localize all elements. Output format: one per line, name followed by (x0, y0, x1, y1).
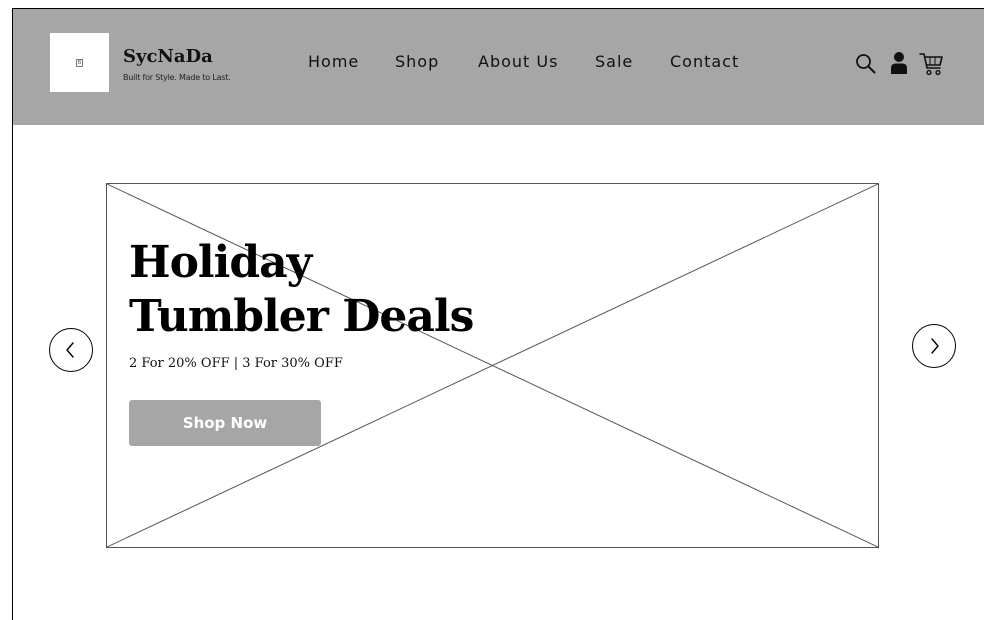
hero-banner: Holiday Tumbler Deals 2 For 20% OFF | 3 … (106, 183, 879, 548)
hero-headline-line1: Holiday (129, 237, 312, 288)
nav-about-us[interactable]: About Us (478, 52, 558, 74)
hero-headline: Holiday Tumbler Deals (129, 236, 474, 344)
brand-tagline: Built for Style. Made to Last. (123, 73, 231, 82)
carousel-prev-button[interactable] (49, 328, 93, 372)
nav-shop[interactable]: Shop (395, 52, 439, 74)
nav-home[interactable]: Home (308, 52, 359, 74)
logo-mark: B (75, 58, 84, 67)
nav-sale[interactable]: Sale (595, 52, 633, 74)
cart-icon[interactable] (919, 51, 945, 81)
user-icon[interactable] (890, 51, 908, 79)
logo[interactable]: B (50, 33, 109, 92)
search-icon[interactable] (855, 53, 877, 79)
site-header: B SycNaDa Built for Style. Made to Last.… (13, 9, 984, 125)
chevron-left-icon (66, 342, 74, 358)
brand-name: SycNaDa (123, 46, 213, 67)
hero-offer: 2 For 20% OFF | 3 For 30% OFF (129, 356, 343, 371)
chevron-right-icon (931, 338, 939, 354)
shop-now-button[interactable]: Shop Now (129, 400, 321, 446)
hero-headline-line2: Tumbler Deals (129, 291, 474, 342)
page-frame: B SycNaDa Built for Style. Made to Last.… (12, 8, 984, 620)
carousel-next-button[interactable] (912, 324, 956, 368)
nav-contact[interactable]: Contact (670, 52, 739, 74)
